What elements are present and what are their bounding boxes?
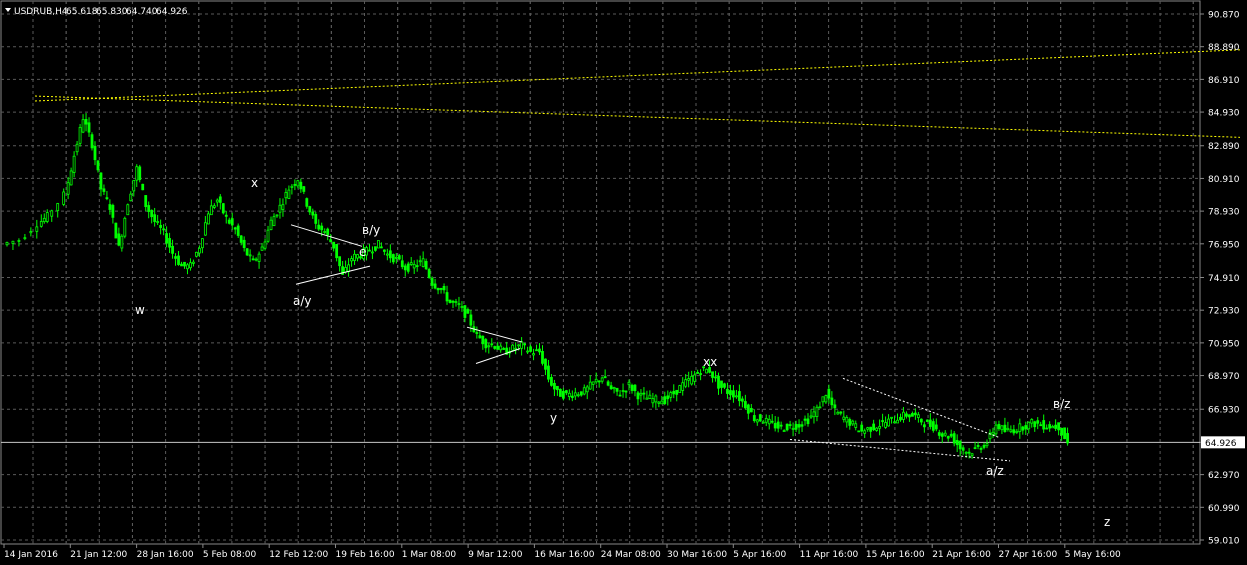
candle [925, 419, 929, 422]
y-tick-label: 84.930 [1208, 109, 1240, 119]
x-tick-label: 5 Feb 08:00 [203, 550, 257, 560]
wave-label: a/у [293, 294, 312, 308]
x-tick-label: 21 Apr 16:00 [932, 550, 991, 560]
y-tick-label: 90.870 [1208, 11, 1240, 21]
y-tick-label: 78.930 [1208, 208, 1240, 218]
wave-label: в/у [362, 223, 380, 237]
candle [126, 203, 130, 216]
x-tick-label: 24 Mar 08:00 [601, 550, 661, 560]
candle [236, 223, 240, 238]
y-tick-label: 62.970 [1208, 471, 1240, 481]
header-close: 64.926 [156, 7, 188, 17]
candle [138, 164, 142, 183]
header-open: 65.618 [66, 7, 98, 17]
x-tick-label: 21 Jan 12:00 [70, 550, 127, 560]
x-tick-label: 9 Mar 12:00 [468, 550, 523, 560]
candle [90, 132, 94, 151]
candle [678, 384, 682, 393]
wave-label: в/z [1053, 397, 1070, 411]
y-tick-label: 68.970 [1208, 372, 1240, 382]
chart-background [0, 0, 1247, 565]
candle [558, 388, 562, 397]
y-tick-label: 74.910 [1208, 274, 1240, 284]
header-low: 64.740 [126, 7, 158, 17]
wave-label: w [135, 303, 145, 317]
candle [221, 202, 225, 215]
candle [705, 368, 708, 374]
wave-label: a/z [986, 464, 1004, 478]
candle [857, 430, 861, 433]
current-price-label: 64.926 [1205, 439, 1237, 449]
wave-label: y [550, 411, 557, 425]
candle [123, 216, 127, 239]
x-tick-label: 19 Feb 16:00 [336, 550, 395, 560]
y-tick-label: 86.910 [1208, 76, 1240, 86]
candle [245, 248, 249, 257]
x-tick-label: 5 Apr 16:00 [733, 550, 786, 560]
y-tick-label: 76.950 [1208, 240, 1240, 250]
y-tick-label: 66.930 [1208, 406, 1240, 416]
y-tick-label: 82.890 [1208, 142, 1240, 152]
price-chart[interactable]: x в/у e a/у w xx y в/z a/z z 90.870 88.890 86.910 84… [0, 0, 1247, 565]
candle [114, 222, 118, 239]
y-tick-label: 80.910 [1208, 175, 1240, 185]
x-tick-label: 14 Jan 2016 [4, 550, 58, 560]
wave-label: xx [703, 355, 717, 369]
x-tick-label: 1 Mar 08:00 [402, 550, 457, 560]
candle [427, 267, 431, 279]
candle [448, 299, 452, 304]
x-tick-label: 15 Apr 16:00 [866, 550, 925, 560]
x-tick-label: 11 Apr 16:00 [800, 550, 859, 560]
x-tick-label: 5 May 16:00 [1065, 550, 1121, 560]
header-symbol: USDRUB,H4 [14, 7, 68, 17]
candle [377, 240, 380, 249]
x-tick-label: 30 Mar 16:00 [667, 550, 727, 560]
y-tick-label: 60.990 [1208, 504, 1240, 514]
wave-label: x [251, 176, 258, 190]
candle [195, 251, 198, 258]
candle [141, 183, 145, 191]
y-tick-label: 88.890 [1208, 43, 1240, 53]
x-tick-label: 12 Feb 12:00 [269, 550, 328, 560]
header-high: 65.830 [96, 7, 128, 17]
wave-label: z [1104, 515, 1110, 529]
x-tick-label: 27 Apr 16:00 [999, 550, 1058, 560]
y-tick-label: 72.930 [1208, 307, 1240, 317]
y-tick-label: 70.950 [1208, 339, 1240, 349]
candle [1063, 427, 1066, 440]
candle [758, 413, 762, 423]
wave-label: e [359, 245, 366, 259]
x-tick-label: 28 Jan 16:00 [137, 550, 194, 560]
x-tick-label: 16 Mar 16:00 [534, 550, 594, 560]
y-tick-label: 59.010 [1208, 537, 1240, 547]
candle [785, 423, 789, 432]
chart-header: USDRUB,H4 65.618 65.830 64.740 64.926 [5, 7, 188, 17]
candle [78, 124, 82, 147]
